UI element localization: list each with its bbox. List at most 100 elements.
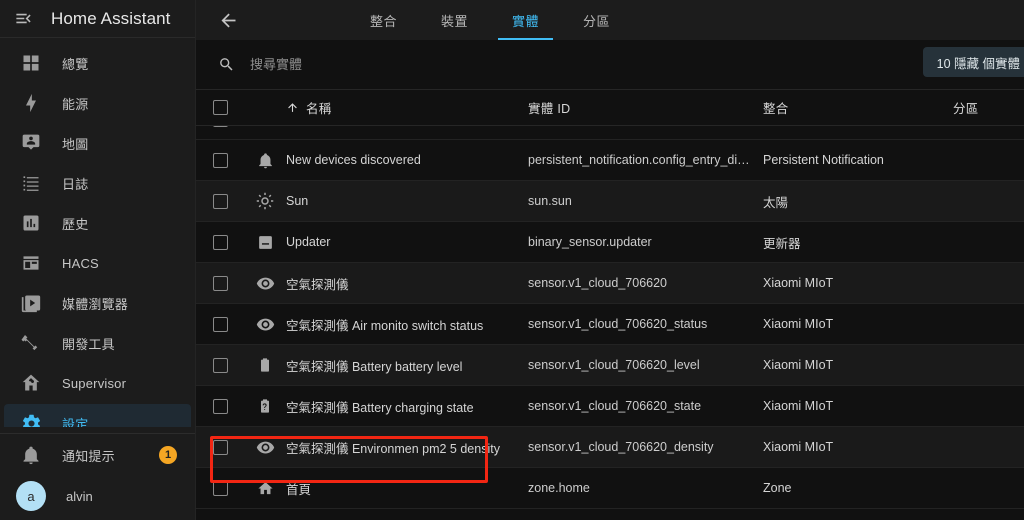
top-toolbar: 整合 裝置 實體 分區 bbox=[196, 0, 1024, 40]
checkbox-box bbox=[213, 317, 228, 332]
row-name: 空氣探測儀 Battery charging state bbox=[286, 397, 528, 416]
row-checkbox[interactable] bbox=[196, 440, 244, 455]
table-row-partial[interactable]: HACS sensor.hacs HACS bbox=[196, 126, 1024, 140]
row-name: 空氣探測儀 Battery battery level bbox=[286, 356, 528, 375]
table-row[interactable]: 空氣探測儀 sensor.v1_cloud_706620 Xiaomi MIoT bbox=[196, 263, 1024, 304]
header-integration-label: 整合 bbox=[763, 98, 789, 117]
sidebar: Home Assistant 總覽 能源 地圖 bbox=[0, 0, 196, 520]
user-name-label: alvin bbox=[66, 489, 93, 504]
row-icon bbox=[244, 477, 286, 499]
sidebar-item-label: 開發工具 bbox=[62, 334, 115, 353]
search-input[interactable] bbox=[250, 57, 670, 72]
header-area-label: 分區 bbox=[953, 98, 979, 117]
tab-areas[interactable]: 分區 bbox=[561, 0, 632, 40]
row-integration: 更新器 bbox=[763, 233, 953, 252]
chart-box-icon bbox=[18, 210, 44, 236]
row-checkbox[interactable] bbox=[196, 126, 244, 127]
checkbox-box bbox=[213, 100, 228, 115]
row-checkbox[interactable] bbox=[196, 235, 244, 250]
tab-bar: 整合 裝置 實體 分區 bbox=[348, 0, 632, 40]
sidebar-item-energy[interactable]: 能源 bbox=[4, 84, 191, 122]
row-integration: HACS bbox=[763, 126, 953, 127]
tab-devices[interactable]: 裝置 bbox=[419, 0, 490, 40]
table-row[interactable]: Updater binary_sensor.updater 更新器 bbox=[196, 222, 1024, 263]
row-integration: Xiaomi MIoT bbox=[763, 317, 953, 331]
account-badge-icon bbox=[18, 130, 44, 156]
row-name: HACS bbox=[286, 126, 528, 127]
table-row[interactable]: Sun sun.sun 太陽 bbox=[196, 181, 1024, 222]
sun-icon bbox=[254, 190, 276, 212]
sidebar-item-history[interactable]: 歷史 bbox=[4, 204, 191, 242]
arrow-left-icon[interactable] bbox=[208, 0, 248, 40]
row-checkbox[interactable] bbox=[196, 481, 244, 496]
table-row[interactable]: 空氣探測儀 Battery charging state sensor.v1_c… bbox=[196, 386, 1024, 427]
row-icon bbox=[244, 395, 286, 417]
row-checkbox[interactable] bbox=[196, 399, 244, 414]
sidebar-item-media-browser[interactable]: 媒體瀏覽器 bbox=[4, 284, 191, 322]
row-entity-id: sun.sun bbox=[528, 194, 763, 208]
sidebar-item-overview[interactable]: 總覽 bbox=[4, 44, 191, 82]
tab-integrations[interactable]: 整合 bbox=[348, 0, 419, 40]
sidebar-item-logbook[interactable]: 日誌 bbox=[4, 164, 191, 202]
sidebar-item-notifications[interactable]: 通知提示 1 bbox=[4, 436, 191, 474]
sidebar-item-settings[interactable]: 設定 bbox=[4, 404, 191, 427]
checkbox-box bbox=[213, 358, 228, 373]
header-area[interactable]: 分區 bbox=[953, 98, 1024, 117]
hassio-icon bbox=[18, 370, 44, 396]
sidebar-item-supervisor[interactable]: Supervisor bbox=[4, 364, 191, 402]
row-name: New devices discovered bbox=[286, 153, 528, 167]
search-icon bbox=[216, 55, 236, 75]
menu-open-icon[interactable] bbox=[12, 8, 34, 30]
hammer-icon bbox=[18, 330, 44, 356]
tab-entities[interactable]: 實體 bbox=[490, 0, 561, 40]
row-checkbox[interactable] bbox=[196, 153, 244, 168]
avatar: a bbox=[16, 481, 46, 511]
hidden-entities-chip[interactable]: 10 隱藏 個實體 bbox=[923, 47, 1024, 77]
row-entity-id: binary_sensor.updater bbox=[528, 235, 763, 249]
row-icon bbox=[244, 231, 286, 253]
table-body[interactable]: HACS sensor.hacs HACS New devices discov… bbox=[196, 126, 1024, 520]
row-entity-id: sensor.v1_cloud_706620_status bbox=[528, 317, 763, 331]
row-name: Sun bbox=[286, 194, 528, 208]
app-title: Home Assistant bbox=[51, 9, 171, 29]
sidebar-item-developer-tools[interactable]: 開發工具 bbox=[4, 324, 191, 362]
row-name: 空氣探測儀 bbox=[286, 274, 528, 293]
battery-icon bbox=[254, 354, 276, 376]
table-row[interactable]: 空氣探測儀 Air monito switch status sensor.v1… bbox=[196, 304, 1024, 345]
sidebar-item-user-profile[interactable]: a alvin bbox=[4, 476, 191, 516]
header-entity-id[interactable]: 實體 ID bbox=[528, 98, 763, 117]
row-entity-id: sensor.v1_cloud_706620_density bbox=[528, 440, 763, 454]
table-row[interactable]: 空氣探測儀 Battery battery level sensor.v1_cl… bbox=[196, 345, 1024, 386]
row-checkbox[interactable] bbox=[196, 276, 244, 291]
checkbox-box bbox=[213, 276, 228, 291]
bell-icon bbox=[18, 442, 44, 468]
format-list-icon bbox=[18, 170, 44, 196]
table-row[interactable]: HACS sensor.hacs HACS bbox=[196, 126, 1024, 140]
row-icon bbox=[244, 313, 286, 335]
row-entity-id: sensor.v1_cloud_706620 bbox=[528, 276, 763, 290]
table-row-highlighted[interactable]: 空氣探測儀 Environmen pm2 5 density sensor.v1… bbox=[196, 427, 1024, 468]
row-integration: Xiaomi MIoT bbox=[763, 399, 953, 413]
row-integration: Xiaomi MIoT bbox=[763, 440, 953, 454]
table-row[interactable]: New devices discovered persistent_notifi… bbox=[196, 140, 1024, 181]
hacs-store-icon bbox=[18, 250, 44, 276]
row-checkbox[interactable] bbox=[196, 317, 244, 332]
row-integration: Xiaomi MIoT bbox=[763, 358, 953, 372]
row-entity-id: sensor.v1_cloud_706620_state bbox=[528, 399, 763, 413]
header-name[interactable]: 名稱 bbox=[286, 98, 528, 117]
select-all-checkbox[interactable] bbox=[196, 100, 244, 115]
checkbox-box bbox=[213, 399, 228, 414]
table-row[interactable]: 首頁 zone.home Zone bbox=[196, 468, 1024, 509]
header-integration[interactable]: 整合 bbox=[763, 98, 953, 117]
header-entity-id-label: 實體 ID bbox=[528, 98, 570, 117]
sidebar-item-map[interactable]: 地圖 bbox=[4, 124, 191, 162]
row-checkbox[interactable] bbox=[196, 358, 244, 373]
checkbox-box bbox=[213, 153, 228, 168]
row-entity-id: sensor.v1_cloud_706620_level bbox=[528, 358, 763, 372]
row-checkbox[interactable] bbox=[196, 194, 244, 209]
sidebar-item-hacs[interactable]: HACS bbox=[4, 244, 191, 282]
checkbox-box bbox=[213, 481, 228, 496]
row-icon bbox=[244, 126, 286, 131]
row-integration: Xiaomi MIoT bbox=[763, 276, 953, 290]
sidebar-item-label: 總覽 bbox=[62, 54, 88, 73]
